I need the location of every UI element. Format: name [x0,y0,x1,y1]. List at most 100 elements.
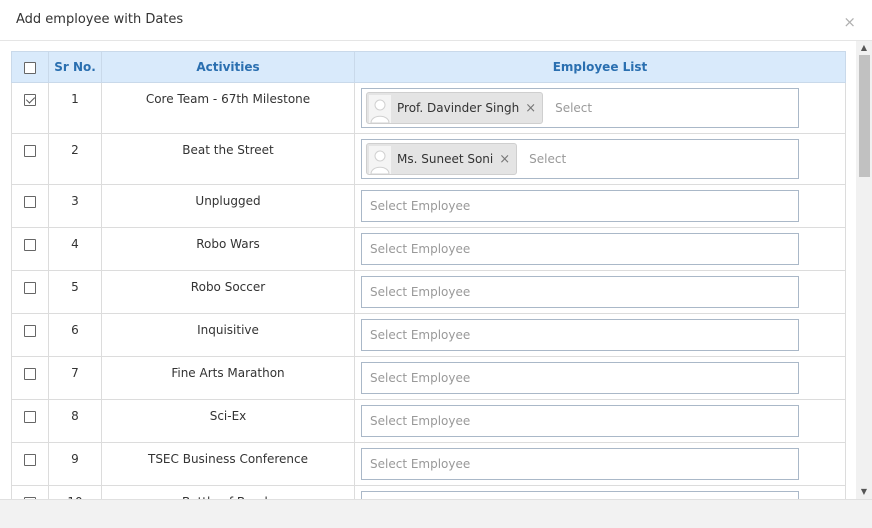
select-all-header [11,51,49,83]
activity-cell: Sci-Ex [101,399,355,443]
sr-no-cell: 6 [48,313,102,357]
row-checkbox-cell [11,133,49,185]
row-checkbox-cell [11,227,49,271]
remove-chip-icon[interactable]: × [499,152,510,167]
employee-select-placeholder: Select Employee [370,199,471,213]
sr-no-cell: 9 [48,442,102,486]
employee-select[interactable]: Select Employee [361,362,799,394]
employee-chip: Ms. Suneet Soni × [366,143,518,175]
employee-select-placeholder: Select Employee [370,414,471,428]
table-row: 1 Core Team - 67th Milestone Prof. Davinde… [11,82,846,134]
row-checkbox-cell [11,184,49,228]
activity-cell: Inquisitive [101,313,355,357]
sr-no-header: Sr No. [48,51,102,83]
row-checkbox[interactable] [24,238,36,251]
sr-no-cell: 5 [48,270,102,314]
activity-cell: TSEC Business Conference [101,442,355,486]
select-all-checkbox[interactable] [24,62,36,75]
employee-select[interactable]: Select Employee [361,405,799,437]
employee-list-cell: Prof. Davinder Singh × Select [354,82,846,134]
employee-list-cell: Select Employee [354,227,846,271]
activity-cell: Core Team - 67th Milestone [101,82,355,134]
employee-list-cell: Select Employee [354,313,846,357]
add-employee-modal: Add employee with Dates × Sr No. Activit… [0,0,872,528]
row-checkbox-cell [11,442,49,486]
table-row: 9 TSEC Business Conference Select Employee [11,442,846,486]
modal-body: Sr No. Activities Employee List 1 Core Te… [0,41,872,499]
sr-no-cell: 10 [48,485,102,499]
employee-multiselect[interactable]: Prof. Davinder Singh × Select [361,88,799,128]
employee-chip-label: Ms. Suneet Soni [397,152,494,166]
activities-header: Activities [101,51,355,83]
sr-no-cell: 1 [48,82,102,134]
row-checkbox[interactable] [24,410,36,423]
sr-no-cell: 4 [48,227,102,271]
row-checkbox[interactable] [24,195,36,208]
employee-select[interactable]: Select Employee [361,448,799,480]
row-checkbox[interactable] [24,281,36,294]
employee-list-cell: Select Employee [354,184,846,228]
row-checkbox-cell [11,270,49,314]
table-row: 8 Sci-Ex Select Employee [11,399,846,443]
modal-footer [0,499,872,528]
row-checkbox-cell [11,82,49,134]
activities-table-container: Sr No. Activities Employee List 1 Core Te… [11,51,846,499]
employee-select-placeholder: Select Employee [370,242,471,256]
employee-list-cell: Ms. Suneet Soni × Select [354,133,846,185]
modal-title: Add employee with Dates [16,12,184,27]
vertical-scrollbar[interactable]: ▲ ▼ [856,41,872,499]
table-row: 3 Unplugged Select Employee [11,184,846,228]
row-checkbox[interactable] [24,453,36,466]
employee-select[interactable]: Select Employee [361,276,799,308]
table-row: 5 Robo Soccer Select Employee [11,270,846,314]
employee-list-cell: Select Employee [354,442,846,486]
employee-list-cell: Select Employee [354,485,846,499]
employee-select[interactable]: Select Employee [361,491,799,499]
activity-cell: Fine Arts Marathon [101,356,355,400]
employee-chip: Prof. Davinder Singh × [366,92,544,124]
employee-select-placeholder: Select Employee [370,457,471,471]
table-header-row: Sr No. Activities Employee List [11,51,846,83]
row-checkbox-cell [11,313,49,357]
employee-search-input[interactable]: Select [555,101,595,115]
employee-chip-label: Prof. Davinder Singh [397,101,520,115]
employee-list-cell: Select Employee [354,399,846,443]
employee-select-placeholder: Select Employee [370,328,471,342]
employee-select-placeholder: Select Employee [370,371,471,385]
row-checkbox-cell [11,485,49,499]
employee-select-placeholder: Select Employee [370,285,471,299]
employee-list-cell: Select Employee [354,356,846,400]
user-avatar-icon [367,93,393,123]
modal-header: Add employee with Dates × [0,0,872,41]
table-row: 7 Fine Arts Marathon Select Employee [11,356,846,400]
sr-no-cell: 8 [48,399,102,443]
row-checkbox[interactable] [24,93,36,106]
employee-multiselect[interactable]: Ms. Suneet Soni × Select [361,139,799,179]
employee-list-cell: Select Employee [354,270,846,314]
scroll-down-icon[interactable]: ▼ [856,485,872,499]
scroll-up-icon[interactable]: ▲ [856,41,872,55]
row-checkbox[interactable] [24,367,36,380]
remove-chip-icon[interactable]: × [525,101,536,116]
employee-list-header: Employee List [354,51,846,83]
activity-cell: Unplugged [101,184,355,228]
scrollbar-thumb[interactable] [859,55,870,177]
table-row: 4 Robo Wars Select Employee [11,227,846,271]
row-checkbox[interactable] [24,144,36,157]
row-checkbox[interactable] [24,324,36,337]
sr-no-cell: 7 [48,356,102,400]
employee-select[interactable]: Select Employee [361,233,799,265]
activity-cell: Robo Wars [101,227,355,271]
sr-no-cell: 3 [48,184,102,228]
activity-cell: Beat the Street [101,133,355,185]
sr-no-cell: 2 [48,133,102,185]
employee-select[interactable]: Select Employee [361,319,799,351]
close-icon[interactable]: × [843,15,856,30]
activities-table: Sr No. Activities Employee List 1 Core Te… [11,51,846,499]
user-avatar-icon [367,144,393,174]
row-checkbox-cell [11,399,49,443]
employee-select[interactable]: Select Employee [361,190,799,222]
row-checkbox-cell [11,356,49,400]
employee-search-input[interactable]: Select [529,152,569,166]
activity-cell: Robo Soccer [101,270,355,314]
